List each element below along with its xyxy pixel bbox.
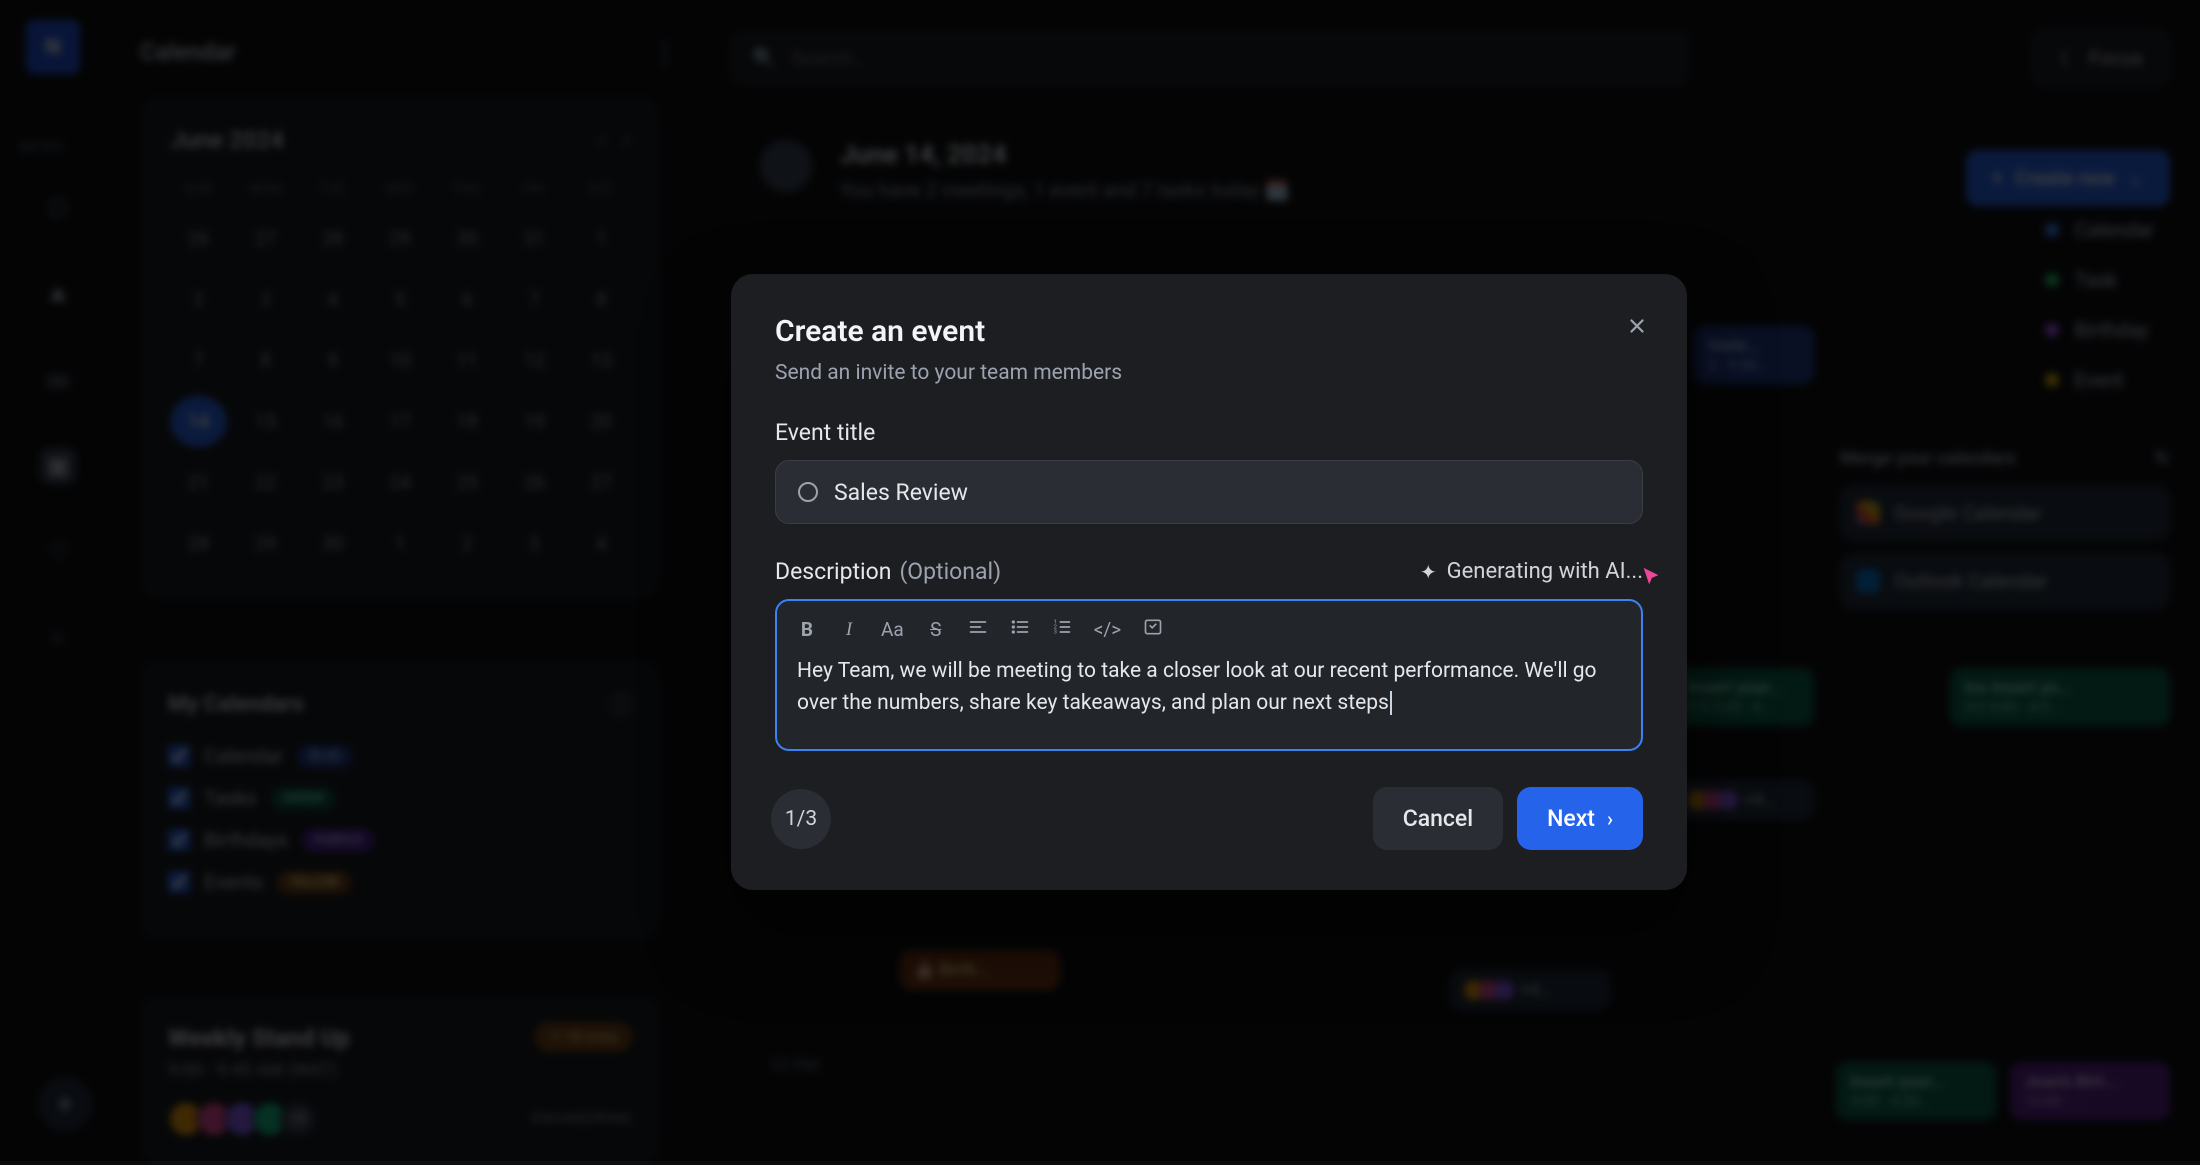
ordered-list-button[interactable]: 123	[1052, 617, 1072, 642]
modal-subtitle: Send an invite to your team members	[775, 361, 1643, 385]
svg-text:3: 3	[1053, 630, 1056, 636]
step-indicator: 1/3	[771, 789, 831, 849]
strike-button[interactable]: S	[926, 618, 946, 641]
sparkle-icon: ✦	[1420, 560, 1437, 584]
align-button[interactable]	[968, 617, 988, 642]
next-button[interactable]: Next ›	[1517, 787, 1643, 850]
editor-toolbar: B I Aa S 123 </>	[797, 617, 1621, 642]
description-label: Description	[775, 558, 891, 585]
event-title-label: Event title	[775, 419, 1643, 446]
bold-button[interactable]: B	[797, 618, 817, 641]
embed-button[interactable]	[1143, 617, 1163, 642]
editor-body[interactable]: Hey Team, we will be meeting to take a c…	[797, 656, 1621, 719]
circle-icon	[798, 482, 818, 502]
modal-title: Create an event	[775, 314, 1643, 349]
event-title-input[interactable]: Sales Review	[775, 460, 1643, 524]
italic-button[interactable]: I	[839, 619, 859, 641]
close-button[interactable]	[1621, 310, 1653, 342]
code-button[interactable]: </>	[1094, 618, 1121, 641]
bullet-list-button[interactable]	[1010, 617, 1030, 642]
case-button[interactable]: Aa	[881, 618, 904, 641]
cursor-icon	[1640, 566, 1662, 594]
optional-label: (Optional)	[899, 558, 1001, 585]
description-editor[interactable]: B I Aa S 123 </> Hey Team, we will be me…	[775, 599, 1643, 751]
chevron-right-icon: ›	[1607, 807, 1613, 831]
create-event-modal: Create an event Send an invite to your t…	[731, 274, 1687, 890]
cancel-button[interactable]: Cancel	[1373, 787, 1503, 850]
generating-ai-status: ✦ Generating with AI...	[1420, 559, 1643, 584]
event-title-value: Sales Review	[834, 479, 968, 506]
